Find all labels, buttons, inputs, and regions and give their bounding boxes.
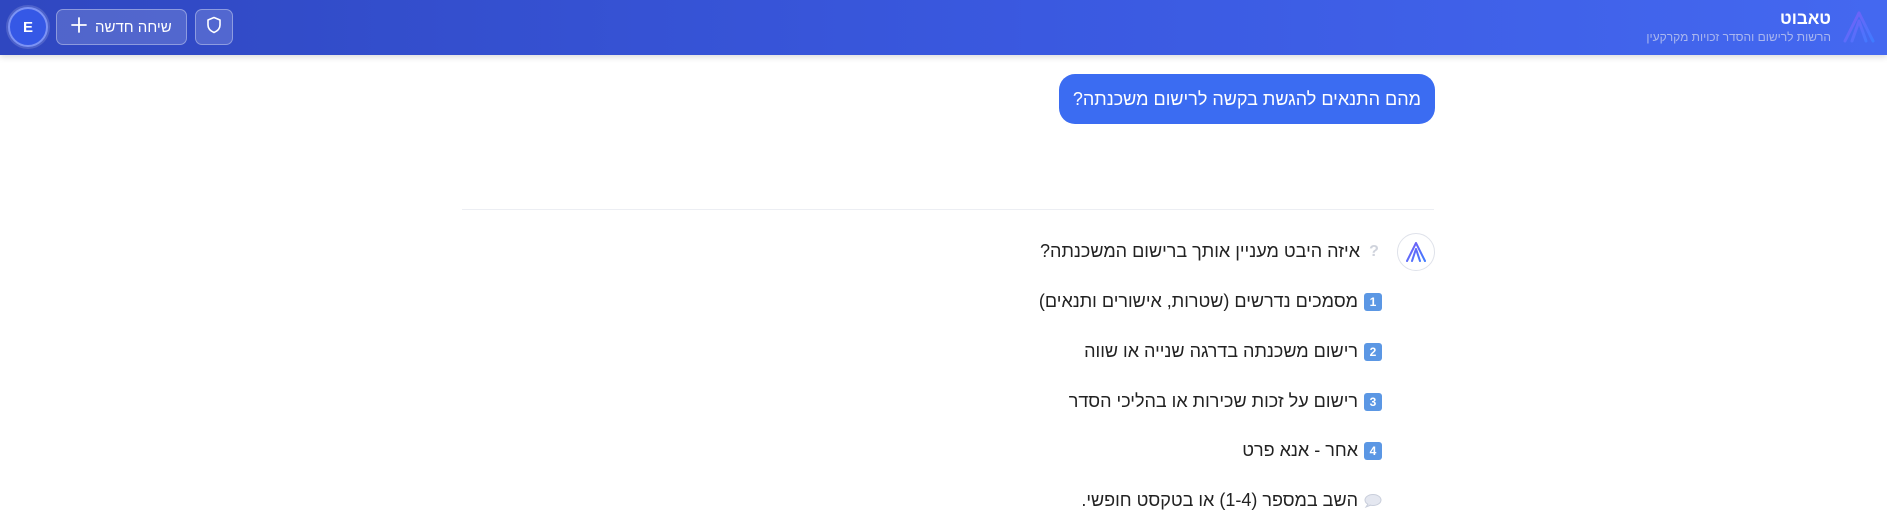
keycap-1-icon: 1 <box>1364 292 1382 311</box>
option-item: 1 מסמכים נדרשים (שטרות, אישורים ותנאים) <box>1039 291 1382 312</box>
top-header: טאבוט הרשות לרישום והסדר זכויות מקרקעין … <box>0 0 1887 55</box>
option-text: רישום משכנתה בדרגה שנייה או שווה <box>1084 341 1358 361</box>
app-subtitle: הרשות לרישום והסדר זכויות מקרקעין <box>1646 30 1831 44</box>
option-item: 3 רישום על זכות שכירות או בהליכי הסדר <box>1069 391 1382 412</box>
speech-bubble-icon <box>1364 493 1382 508</box>
new-chat-label: שיחה חדשה <box>95 18 172 36</box>
shield-icon <box>206 16 222 39</box>
plus-icon <box>71 17 87 37</box>
user-message-bubble: מהם התנאים להגשת בקשה לרישום משכנתה? <box>1058 74 1435 124</box>
option-text: רישום על זכות שכירות או בהליכי הסדר <box>1068 391 1358 411</box>
bot-question-text: איזה היבט מעניין אותך ברישום המשכנתה? <box>1040 241 1360 261</box>
question-mark-icon: ? <box>1369 242 1379 260</box>
keycap-4-icon: 4 <box>1364 441 1382 460</box>
privacy-shield-button[interactable] <box>194 9 233 45</box>
option-item: 4 אחר - אנא פרט <box>1242 440 1382 461</box>
option-text: אחר - אנא פרט <box>1242 440 1358 460</box>
message-divider <box>462 209 1434 210</box>
bot-prompt-text: השב במספר (1-4) או בטקסט חופשי. <box>1081 490 1358 510</box>
new-chat-button[interactable]: שיחה חדשה <box>56 9 187 45</box>
option-item: 2 רישום משכנתה בדרגה שנייה או שווה <box>1084 341 1382 362</box>
keycap-2-icon: 2 <box>1364 342 1382 361</box>
app-logo-icon <box>1841 9 1877 45</box>
keycap-3-icon: 3 <box>1364 392 1382 411</box>
bot-avatar-icon <box>1397 233 1435 271</box>
app-title: טאבוט <box>1780 9 1831 28</box>
user-avatar[interactable]: E <box>8 7 48 47</box>
bot-question: ? איזה היבט מעניין אותך ברישום המשכנתה? <box>1040 241 1382 262</box>
brand: טאבוט הרשות לרישום והסדר זכויות מקרקעין <box>1646 6 1877 48</box>
bot-prompt: השב במספר (1-4) או בטקסט חופשי. <box>1081 490 1382 511</box>
option-text: מסמכים נדרשים (שטרות, אישורים ותנאים) <box>1038 291 1358 311</box>
